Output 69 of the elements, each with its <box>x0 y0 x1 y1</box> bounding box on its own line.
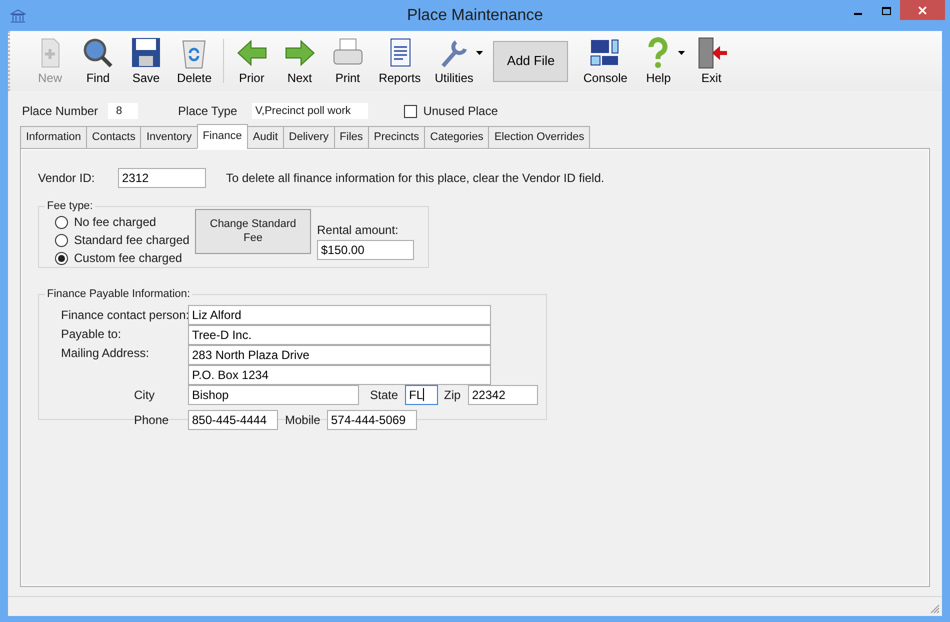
mobile-field[interactable]: 574-444-5069 <box>327 410 417 430</box>
phone-label: Phone <box>134 412 170 428</box>
tab[interactable]: Contacts <box>86 126 142 149</box>
change-standard-fee-button[interactable]: Change Standard Fee <box>195 208 311 254</box>
vendor-id-label: Vendor ID: <box>38 170 96 187</box>
toolbar-button[interactable]: Prior <box>228 37 276 85</box>
close-icon <box>918 6 927 14</box>
finance-note: To delete all finance information for this place, clear the Vendor ID field. <box>226 170 604 187</box>
contact-person-field[interactable]: Liz Alford <box>188 304 491 324</box>
state-field[interactable]: FL <box>405 384 438 404</box>
place-number-value: 8 <box>108 103 138 119</box>
mailing-address-label: Mailing Address: <box>61 344 150 362</box>
left-arrow-icon <box>234 37 269 69</box>
toolbar-button[interactable]: Exit <box>687 37 736 85</box>
radio-button[interactable] <box>55 252 68 264</box>
building-icon <box>10 8 26 22</box>
toolbar-button[interactable]: Utilities <box>428 37 480 85</box>
tab[interactable]: Election Overrides <box>488 126 590 149</box>
tab[interactable]: Audit <box>246 126 284 149</box>
tab[interactable]: Files <box>334 126 369 149</box>
vendor-id-field[interactable]: 2312 <box>118 168 206 188</box>
add-file-button[interactable]: Add File <box>493 40 568 82</box>
payable-to-field[interactable]: Tree-D Inc. <box>188 324 491 344</box>
mailing-address-field[interactable]: 283 North Plaza Drive <box>188 344 491 364</box>
unused-place-label: Unused Place <box>423 103 498 120</box>
search-icon <box>81 37 115 69</box>
tab[interactable]: Precincts <box>368 126 426 149</box>
place-type-label: Place Type <box>178 103 238 120</box>
phone-field[interactable]: 850-445-4444 <box>188 410 278 430</box>
zip-field[interactable]: 22342 <box>468 384 538 404</box>
resize-grip-icon <box>930 604 940 614</box>
toolbar-button[interactable]: Help <box>634 37 682 85</box>
place-number-label: Place Number <box>22 103 98 120</box>
window-title: Place Maintenance <box>406 6 544 26</box>
mailing-address-field[interactable]: P.O. Box 1234 <box>188 364 491 384</box>
radio-button[interactable] <box>55 234 68 246</box>
toolbar-button[interactable]: Console <box>576 37 634 85</box>
tab[interactable]: Inventory <box>140 126 198 149</box>
fee-type-legend: Fee type: <box>45 198 95 214</box>
toolbar-button[interactable]: Save <box>122 37 170 85</box>
toolbar-button[interactable]: Reports <box>372 37 428 85</box>
finance-payable-legend: Finance Payable Information: <box>45 286 192 302</box>
radio-label: No fee charged <box>74 214 156 231</box>
radio-button[interactable] <box>55 216 68 228</box>
toolbar-button[interactable]: Print <box>324 37 372 85</box>
tab[interactable]: Finance <box>196 124 248 149</box>
zip-label: Zip <box>444 386 462 404</box>
city-field[interactable]: Bishop <box>188 384 359 404</box>
contact-person-label: Finance contact person: <box>61 306 190 324</box>
rental-amount-label: Rental amount: <box>317 222 400 238</box>
radio-label: Standard fee charged <box>74 232 190 249</box>
state-label: State <box>370 386 400 404</box>
checkbox[interactable] <box>404 104 418 118</box>
toolbar-button[interactable]: Delete <box>170 37 219 85</box>
payable-to-label: Payable to: <box>61 326 122 343</box>
tab[interactable]: Categories <box>424 126 490 149</box>
city-label: City <box>134 386 156 404</box>
rental-amount-field[interactable]: $150.00 <box>317 240 414 260</box>
toolbar-button[interactable]: Next <box>276 37 324 85</box>
dropdown-caret-icon[interactable] <box>476 51 484 55</box>
mobile-label: Mobile <box>285 412 322 428</box>
tab[interactable]: Information <box>20 126 88 149</box>
tab[interactable]: Delivery <box>282 126 335 149</box>
right-arrow-icon <box>282 37 317 69</box>
close-button[interactable] <box>900 0 945 20</box>
radio-label: Custom fee charged <box>74 250 182 267</box>
toolbar-button[interactable]: Find <box>74 37 122 85</box>
place-type-value: V,Precinct poll work <box>252 103 368 119</box>
dropdown-caret-icon[interactable] <box>678 51 686 55</box>
